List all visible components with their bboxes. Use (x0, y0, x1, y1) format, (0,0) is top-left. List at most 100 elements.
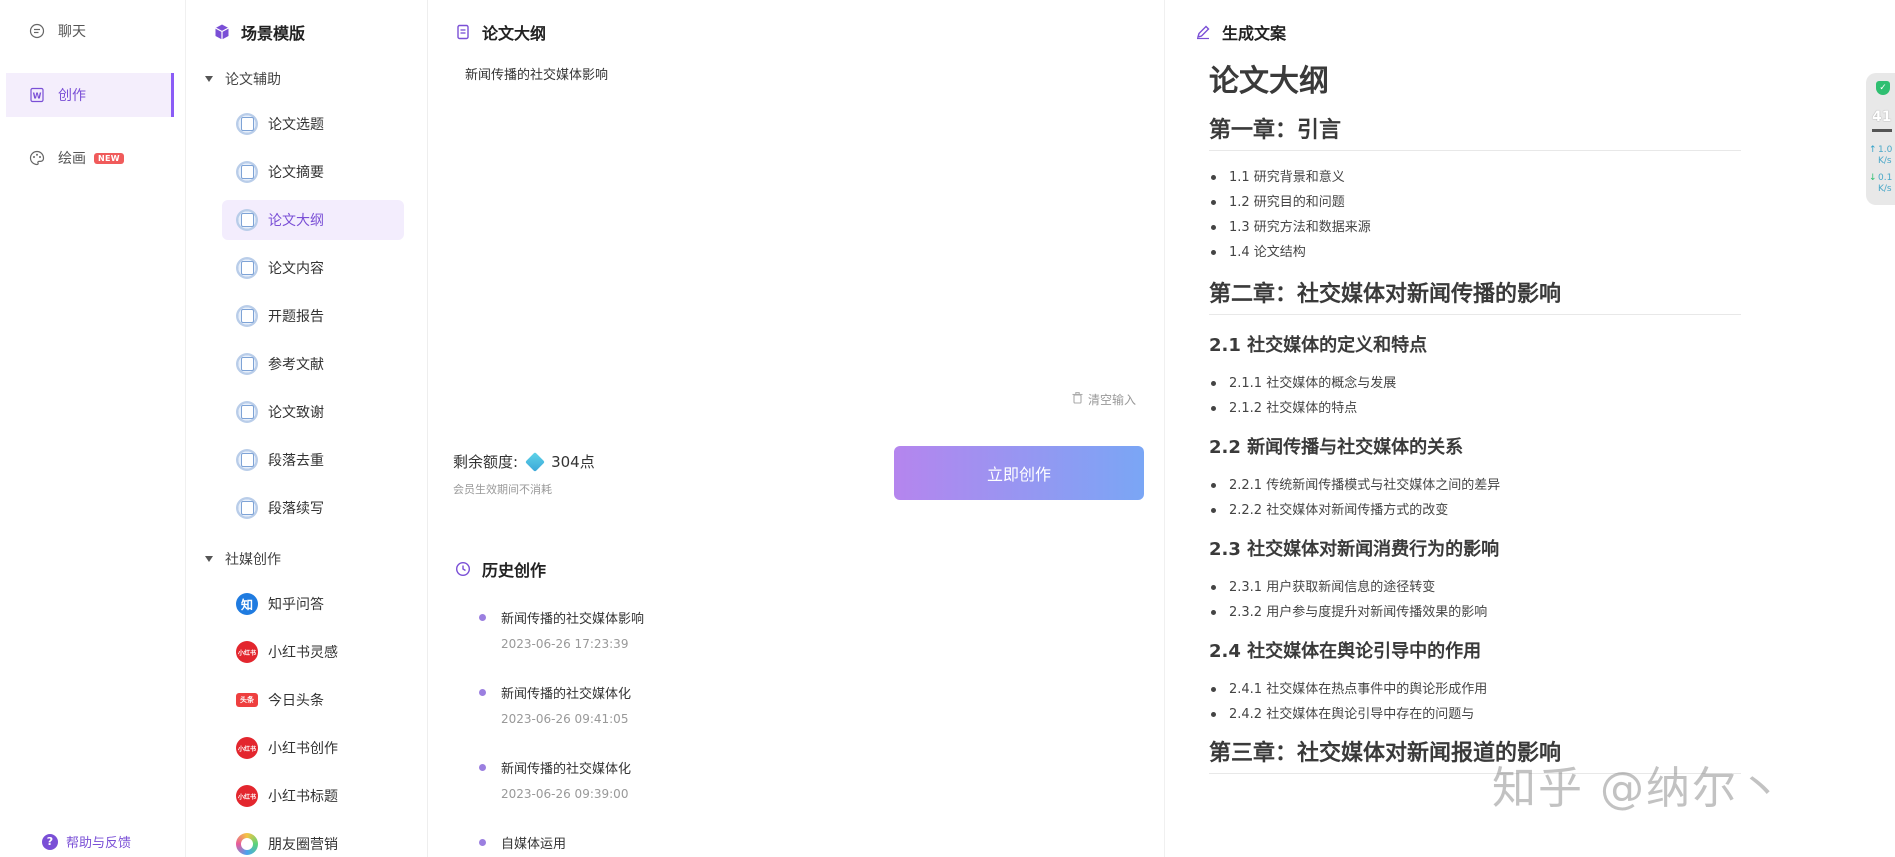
list-item: 2.1.2 社交媒体的特点 (1211, 396, 1741, 421)
input-panel-title-text: 论文大纲 (482, 20, 551, 46)
template-item-zhihu[interactable]: 知 知乎问答 (222, 584, 404, 624)
word-doc-icon: W (28, 86, 46, 104)
download-speed: 0.1 (1878, 173, 1893, 183)
nav-item-draw[interactable]: 绘画 NEW (6, 136, 174, 180)
caret-down-icon (205, 556, 213, 562)
section-list: 2.2.1 传统新闻传播模式与社交媒体之间的差异 2.2.2 社交媒体对新闻传播… (1209, 473, 1741, 523)
watermark: 知乎 @纳尔丶 (1492, 763, 1784, 814)
upload-unit: K/s (1878, 156, 1892, 166)
document-icon (236, 257, 258, 279)
template-item-proposal[interactable]: 开题报告 (222, 296, 404, 336)
bullet-dot (479, 764, 486, 771)
list-item: 1.2 研究目的和问题 (1211, 190, 1741, 215)
history-title: 历史创作 (453, 557, 551, 583)
quota-display: 剩余额度: 304点 (453, 451, 595, 472)
template-label: 论文内容 (268, 261, 324, 277)
diamond-icon (525, 451, 545, 472)
clock-icon (453, 559, 473, 579)
template-item-toutiao[interactable]: 头条 今日头条 (222, 680, 404, 720)
quota-note: 会员生效期间不消耗 (453, 483, 552, 496)
template-item-xhs-create[interactable]: 小红书 小红书创作 (222, 728, 404, 768)
list-item: 2.4.2 社交媒体在舆论引导中存在的问题与 (1211, 702, 1741, 727)
quota-value: 304点 (551, 453, 595, 471)
template-item-xhs-title[interactable]: 小红书 小红书标题 (222, 776, 404, 816)
bullet-dot (479, 689, 486, 696)
section-heading: 2.2 新闻传播与社交媒体的关系 (1209, 437, 1464, 458)
reference-icon (236, 353, 258, 375)
pencil-icon (1193, 22, 1213, 42)
template-label: 段落续写 (268, 501, 324, 517)
trash-icon (1072, 392, 1083, 407)
generated-document: 论文大纲 第一章：引言 1.1 研究背景和意义 1.2 研究目的和问题 1.3 … (1209, 58, 1741, 774)
template-item-outline[interactable]: 论文大纲 (222, 200, 404, 240)
network-speed-widget[interactable]: ✓ 41 ↑ 1.0 K/s ↓ 0.1 K/s (1866, 73, 1895, 205)
cube-icon (212, 22, 232, 42)
history-title-text: 历史创作 (482, 557, 551, 583)
template-item-dedupe[interactable]: 段落去重 (222, 440, 404, 480)
template-label: 今日头条 (268, 693, 324, 709)
section-list: 2.1.1 社交媒体的概念与发展 2.1.2 社交媒体的特点 (1209, 371, 1741, 421)
create-now-button[interactable]: 立即创作 (894, 446, 1144, 500)
template-item-moments[interactable]: 朋友圈营销 (222, 824, 404, 857)
dedupe-icon (236, 449, 258, 471)
left-nav: 聊天 W 创作 绘画 NEW ? 帮助与反馈 (0, 0, 186, 857)
doc-title: 论文大纲 (1209, 64, 1329, 99)
templates-title-text: 场景模版 (241, 20, 310, 46)
templates-title: 场景模版 (212, 20, 310, 46)
template-label: 小红书灵感 (268, 645, 338, 661)
clear-input-button[interactable]: 清空输入 (1072, 391, 1136, 408)
arrow-up-icon: ↑ (1869, 145, 1877, 155)
arrow-down-icon: ↓ (1869, 173, 1877, 183)
template-item-references[interactable]: 参考文献 (222, 344, 404, 384)
download-unit: K/s (1878, 184, 1892, 194)
continue-icon (236, 497, 258, 519)
nav-item-label: 创作 (58, 88, 86, 104)
nav-item-chat[interactable]: 聊天 (6, 9, 174, 53)
xiaohongshu-logo-icon: 小红书 (236, 641, 258, 663)
history-item-title: 自媒体运用 (501, 837, 567, 852)
moments-aperture-icon (236, 833, 258, 855)
widget-value: 41 (1872, 109, 1892, 125)
template-label: 知乎问答 (268, 597, 324, 613)
chat-bubble-icon (28, 22, 46, 40)
template-item-xhs-inspiration[interactable]: 小红书 小红书灵感 (222, 632, 404, 672)
help-feedback-link[interactable]: ? 帮助与反馈 (42, 832, 131, 851)
bullet-dot (479, 614, 486, 621)
xiaohongshu-logo-icon: 小红书 (236, 737, 258, 759)
svg-text:W: W (33, 92, 42, 101)
template-label: 小红书标题 (268, 789, 338, 805)
history-item-title: 新闻传播的社交媒体影响 (501, 612, 645, 627)
list-item: 2.4.1 社交媒体在热点事件中的舆论形成作用 (1211, 677, 1741, 702)
list-item: 2.2.1 传统新闻传播模式与社交媒体之间的差异 (1211, 473, 1741, 498)
template-label: 论文摘要 (268, 165, 324, 181)
group-toggle-thesis[interactable]: 论文辅助 (205, 69, 281, 89)
bullet-dot (479, 839, 486, 846)
template-item-acknowledgement[interactable]: 论文致谢 (222, 392, 404, 432)
template-label: 论文致谢 (268, 405, 324, 421)
list-item: 1.3 研究方法和数据来源 (1211, 215, 1741, 240)
section-list: 2.4.1 社交媒体在热点事件中的舆论形成作用 2.4.2 社交媒体在舆论引导中… (1209, 677, 1741, 727)
palette-icon (28, 149, 46, 167)
history-item-time: 2023-06-26 17:23:39 (501, 637, 629, 651)
template-label: 参考文献 (268, 357, 324, 373)
template-item-topic[interactable]: 论文选题 (222, 104, 404, 144)
list-item: 1.1 研究背景和意义 (1211, 165, 1741, 190)
template-item-abstract[interactable]: 论文摘要 (222, 152, 404, 192)
template-item-content[interactable]: 论文内容 (222, 248, 404, 288)
toutiao-logo-icon: 头条 (236, 693, 258, 707)
chapter-heading: 第一章：引言 (1209, 116, 1741, 151)
history-item-time: 2023-06-26 09:41:05 (501, 712, 629, 726)
template-label: 段落去重 (268, 453, 324, 469)
shield-check-icon: ✓ (1876, 81, 1890, 95)
chapter-heading: 第二章：社交媒体对新闻传播的影响 (1209, 280, 1741, 315)
nav-item-create[interactable]: W 创作 (6, 73, 174, 117)
template-item-continue[interactable]: 段落续写 (222, 488, 404, 528)
quota-label: 剩余额度: (453, 453, 519, 471)
group-toggle-social[interactable]: 社媒创作 (205, 549, 281, 569)
widget-bar (1872, 129, 1892, 132)
template-label: 朋友圈营销 (268, 837, 338, 853)
document-outline-icon (453, 22, 473, 42)
input-panel (430, 0, 1165, 857)
topic-textarea[interactable]: 新闻传播的社交媒体影响 (465, 64, 608, 83)
template-label: 开题报告 (268, 309, 324, 325)
